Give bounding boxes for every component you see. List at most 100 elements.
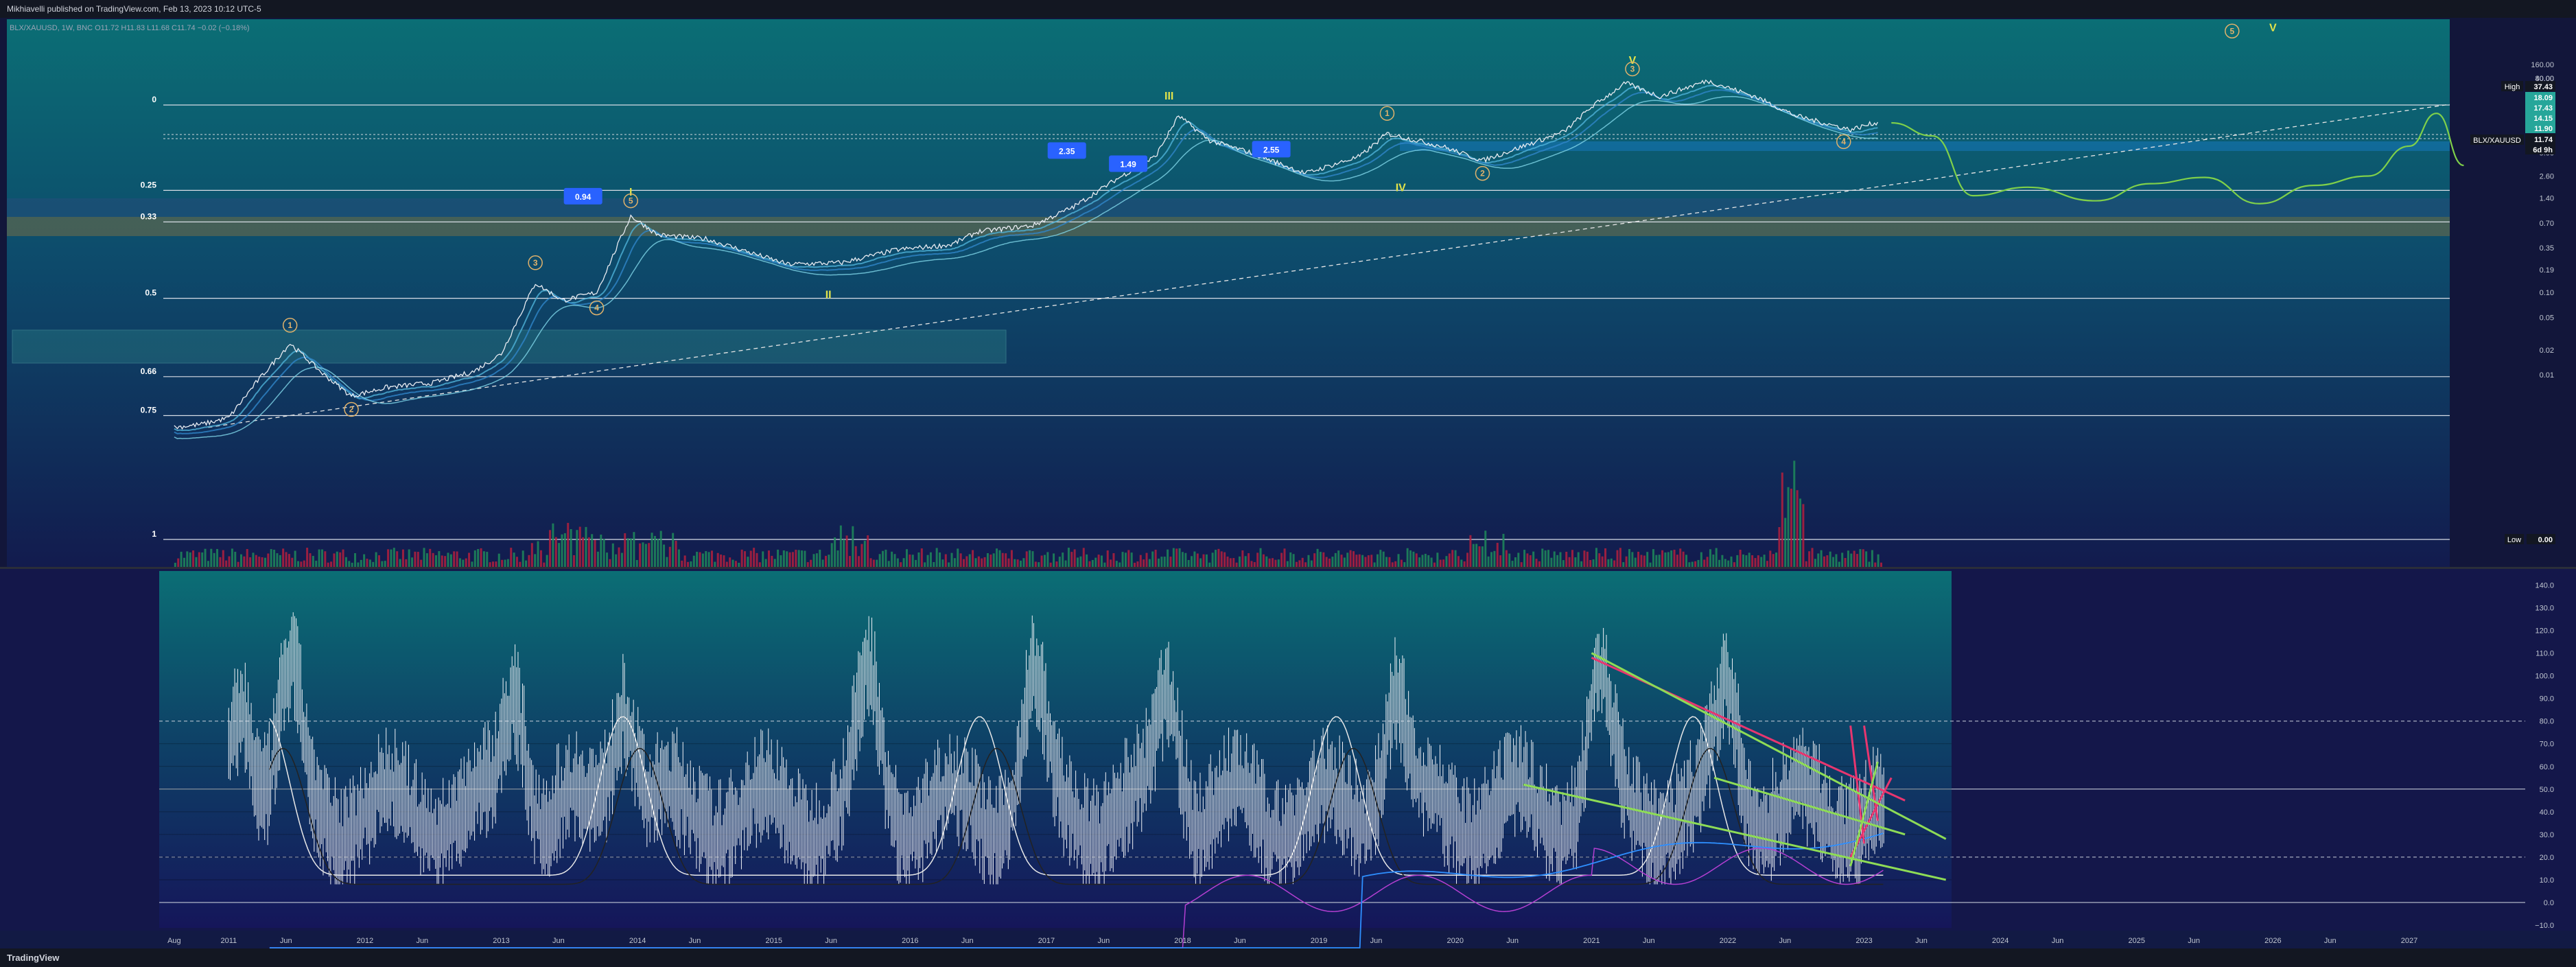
volume-bar (1274, 559, 1277, 567)
volume-bar (192, 550, 195, 567)
volume-bar (821, 559, 824, 567)
volume-bar (1868, 561, 1871, 567)
x-tick-label: Jun (416, 937, 428, 945)
volume-bar (1070, 552, 1073, 567)
volume-bar (1544, 550, 1547, 567)
volume-bar (710, 550, 713, 567)
volume-bar (1427, 555, 1430, 567)
volume-bar (839, 525, 842, 567)
volume-bar (320, 549, 323, 567)
volume-bar (1115, 561, 1118, 567)
volume-bar (1748, 552, 1750, 567)
x-tick-label: Jun (1097, 937, 1110, 945)
osc-y-tick-label: 30.0 (2540, 831, 2554, 839)
volume-bar (1775, 552, 1778, 567)
volume-bar (1460, 559, 1463, 567)
volume-bar (915, 559, 917, 567)
volume-bar (1637, 551, 1640, 567)
volume-bar (1436, 552, 1439, 567)
volume-bar (1100, 555, 1103, 567)
volume-bar (1029, 550, 1031, 567)
chart-canvas[interactable]: 00.250.330.50.660.751IIIIIIIVVV123451234… (0, 18, 2576, 948)
volume-bar (1187, 559, 1190, 567)
symbol-tag-label: BLX/XAUUSD (2473, 137, 2521, 145)
volume-bar (1706, 557, 1709, 567)
volume-bar (1508, 553, 1511, 567)
y-tick-label: 0.01 (2540, 371, 2554, 380)
x-tick-label: 2018 (1174, 937, 1191, 945)
volume-bar (1571, 550, 1573, 567)
wave-label: IV (1396, 183, 1406, 194)
volume-bar (1196, 553, 1199, 567)
volume-bar (582, 537, 585, 567)
volume-bar (537, 541, 539, 567)
volume-bar (1751, 555, 1754, 567)
volume-bar (957, 548, 959, 567)
volume-bar (258, 557, 261, 567)
volume-bar (950, 552, 953, 567)
price-tag-label: 6d 9h (2533, 146, 2553, 154)
volume-bar (876, 559, 878, 567)
volume-bar (1091, 559, 1094, 567)
volume-bar (1148, 559, 1151, 567)
volume-bar (1286, 561, 1289, 567)
volume-bar (423, 548, 425, 567)
volume-bar (408, 549, 410, 567)
volume-bar (893, 554, 896, 567)
volume-bar (1167, 549, 1169, 567)
volume-bar (990, 555, 992, 567)
volume-bar (1121, 552, 1124, 567)
volume-bar (1601, 556, 1604, 567)
volume-bar (399, 559, 401, 567)
high-tag-label: High (2505, 83, 2520, 91)
volume-bar (1086, 554, 1088, 567)
sub-wave-label: 3 (1630, 64, 1635, 73)
tradingview-logo[interactable]: TradingView (7, 948, 59, 967)
volume-bar (515, 557, 518, 567)
volume-bar (815, 553, 818, 567)
volume-bar (1718, 559, 1721, 567)
volume-bar (1055, 561, 1058, 567)
volume-bar (1466, 552, 1469, 567)
volume-bar (1175, 548, 1178, 567)
volume-bar (926, 555, 929, 567)
volume-bar (773, 559, 776, 567)
volume-bar (1223, 552, 1226, 567)
volume-bar (1577, 552, 1580, 567)
volume-bar (1106, 550, 1109, 567)
volume-bar (1127, 550, 1130, 567)
volume-bar (222, 550, 224, 567)
volume-bar (723, 555, 725, 567)
volume-bar (1610, 558, 1613, 567)
volume-bar (933, 561, 935, 567)
volume-bar (228, 556, 231, 567)
volume-bar (552, 523, 554, 567)
volume-bar (1808, 551, 1811, 567)
volume-bar (869, 558, 872, 567)
volume-bar (609, 559, 611, 567)
volume-bar (1523, 550, 1526, 567)
volume-bar (1034, 561, 1037, 567)
volume-bar (1325, 557, 1328, 567)
volume-bar (1769, 550, 1772, 567)
volume-bar (318, 549, 320, 567)
volume-bar (360, 559, 362, 567)
volume-bar (1715, 548, 1718, 567)
volume-bar (249, 557, 252, 567)
volume-bar (1418, 557, 1421, 567)
volume-bar (453, 551, 456, 567)
volume-bar (935, 548, 938, 567)
volume-bar (587, 537, 590, 567)
volume-bar (782, 550, 785, 567)
x-tick-label: 2017 (1038, 937, 1055, 945)
volume-bar (1020, 560, 1022, 567)
volume-bar (578, 526, 581, 567)
y-tick-label: 0.05 (2540, 314, 2554, 322)
zone-box (7, 198, 2450, 217)
volume-bar (1322, 552, 1325, 567)
osc-y-tick-label: 90.0 (2540, 695, 2554, 703)
volume-bar (701, 553, 704, 567)
volume-bar (651, 533, 653, 567)
volume-bar (972, 550, 974, 567)
volume-bar (1790, 489, 1792, 567)
